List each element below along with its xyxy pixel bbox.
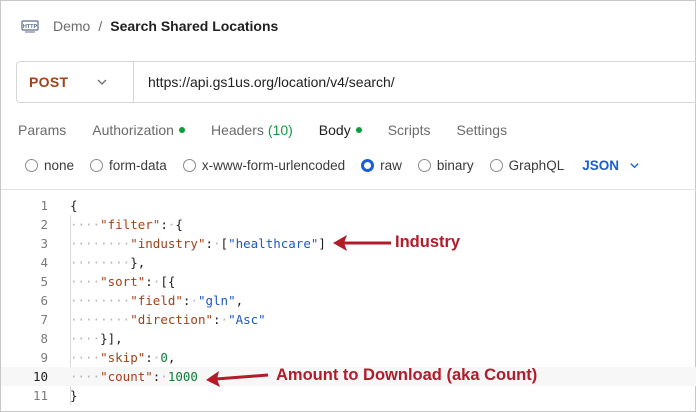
radio-raw[interactable]: raw	[361, 158, 402, 173]
tab-scripts[interactable]: Scripts	[388, 122, 431, 138]
tab-label: Settings	[456, 122, 508, 138]
annotation-arrow-icon	[206, 371, 269, 387]
radio-label: none	[44, 157, 75, 173]
tab-label: Body	[318, 122, 351, 138]
code-text: ····"sort":·[{	[70, 274, 176, 289]
code-text: ····"filter":·{	[70, 217, 183, 232]
headers-count: (10)	[267, 122, 293, 138]
svg-text:HTTP: HTTP	[23, 24, 38, 30]
code-text: ········"industry":·["healthcare"]	[70, 236, 326, 251]
radio-urlencoded[interactable]: x-www-form-urlencoded	[182, 157, 346, 173]
request-title[interactable]: Search Shared Locations	[110, 18, 278, 34]
tab-label: Params	[18, 122, 67, 138]
method-select[interactable]: POST	[17, 62, 134, 102]
breadcrumb: HTTP Demo / Search Shared Locations	[21, 15, 278, 37]
line-number: 1	[40, 198, 48, 213]
radio-label: GraphQL	[508, 157, 565, 173]
line-number: 8	[40, 331, 48, 346]
radio-circle	[90, 158, 104, 172]
line-number: 3	[40, 236, 48, 251]
tab-label: Headers	[210, 122, 264, 138]
code-line-8: 8 ····}],	[1, 329, 696, 348]
breadcrumb-separator: /	[98, 18, 103, 34]
radio-circle-checked	[361, 158, 375, 172]
radio-label: x-www-form-urlencoded	[201, 157, 346, 173]
code-text: ····}],	[70, 331, 123, 346]
code-text: ····"count":·1000	[70, 369, 198, 384]
annotation-industry: Industry	[395, 233, 461, 251]
divider	[1, 189, 696, 190]
code-line-6: 6 ········"field":·"gln",	[1, 291, 696, 310]
code-text: }	[70, 388, 78, 403]
line-number: 7	[40, 312, 48, 327]
tab-authorization[interactable]: Authorization	[92, 122, 185, 138]
annotation-count: Amount to Download (aka Count)	[276, 366, 538, 384]
language-select[interactable]: JSON	[582, 158, 640, 173]
radio-form-data[interactable]: form-data	[90, 158, 167, 173]
radio-label: raw	[380, 157, 402, 173]
status-dot	[178, 127, 185, 133]
radio-circle	[25, 158, 38, 172]
code-text: ····"skip":·0,	[70, 350, 176, 365]
code-line-7: 7 ········"direction":·"Asc"	[1, 310, 696, 329]
tab-params[interactable]: Params	[18, 122, 66, 138]
radio-none[interactable]: none	[25, 158, 74, 173]
code-text: ········},	[70, 255, 146, 270]
code-line-5: 5 ····"sort":·[{	[1, 272, 696, 291]
radio-circle	[489, 158, 503, 172]
line-number: 4	[40, 255, 48, 270]
tab-headers[interactable]: Headers (10)	[211, 122, 293, 138]
radio-label: binary	[436, 157, 474, 173]
code-text: ········"direction":·"Asc"	[70, 312, 266, 327]
radio-circle	[417, 158, 431, 172]
line-number: 2	[40, 217, 48, 232]
tab-body[interactable]: Body	[319, 122, 362, 138]
method-label: POST	[29, 74, 69, 90]
radio-binary[interactable]: binary	[417, 157, 474, 173]
code-line-1: 1 {	[1, 196, 696, 215]
code-line-2: 2 ····"filter":·{	[1, 215, 696, 234]
request-tabs: Params Authorization Headers (10) Body S…	[18, 118, 533, 142]
tab-label: Scripts	[387, 122, 431, 138]
annotation-arrow-icon	[333, 235, 391, 251]
code-line-4: 4 ········},	[1, 253, 696, 272]
request-url-bar: POST	[16, 61, 696, 103]
code-text: ········"field":·"gln",	[70, 293, 244, 308]
line-number: 9	[40, 350, 48, 365]
radio-label: form-data	[109, 157, 167, 173]
tab-label: Authorization	[92, 122, 174, 138]
code-text: {	[70, 198, 78, 213]
http-icon: HTTP	[21, 17, 39, 35]
radio-circle	[182, 158, 196, 172]
window-frame: HTTP Demo / Search Shared Locations POST…	[0, 0, 696, 412]
chevron-down-icon	[97, 79, 107, 85]
line-number: 5	[40, 274, 48, 289]
chevron-down-icon	[630, 162, 639, 168]
language-label: JSON	[582, 157, 619, 173]
line-number: 10	[32, 369, 48, 384]
breadcrumb-collection[interactable]: Demo	[53, 18, 90, 34]
tab-settings[interactable]: Settings	[457, 122, 508, 138]
body-type-options: none form-data x-www-form-urlencoded raw…	[25, 155, 640, 175]
code-line-9: 9 ····"skip":·0,	[1, 348, 696, 367]
code-line-11: 11 }	[1, 386, 696, 405]
line-number: 6	[40, 293, 48, 308]
url-input[interactable]	[134, 62, 696, 102]
line-number: 11	[32, 388, 48, 403]
status-dot	[355, 127, 362, 133]
radio-graphql[interactable]: GraphQL	[489, 157, 565, 173]
